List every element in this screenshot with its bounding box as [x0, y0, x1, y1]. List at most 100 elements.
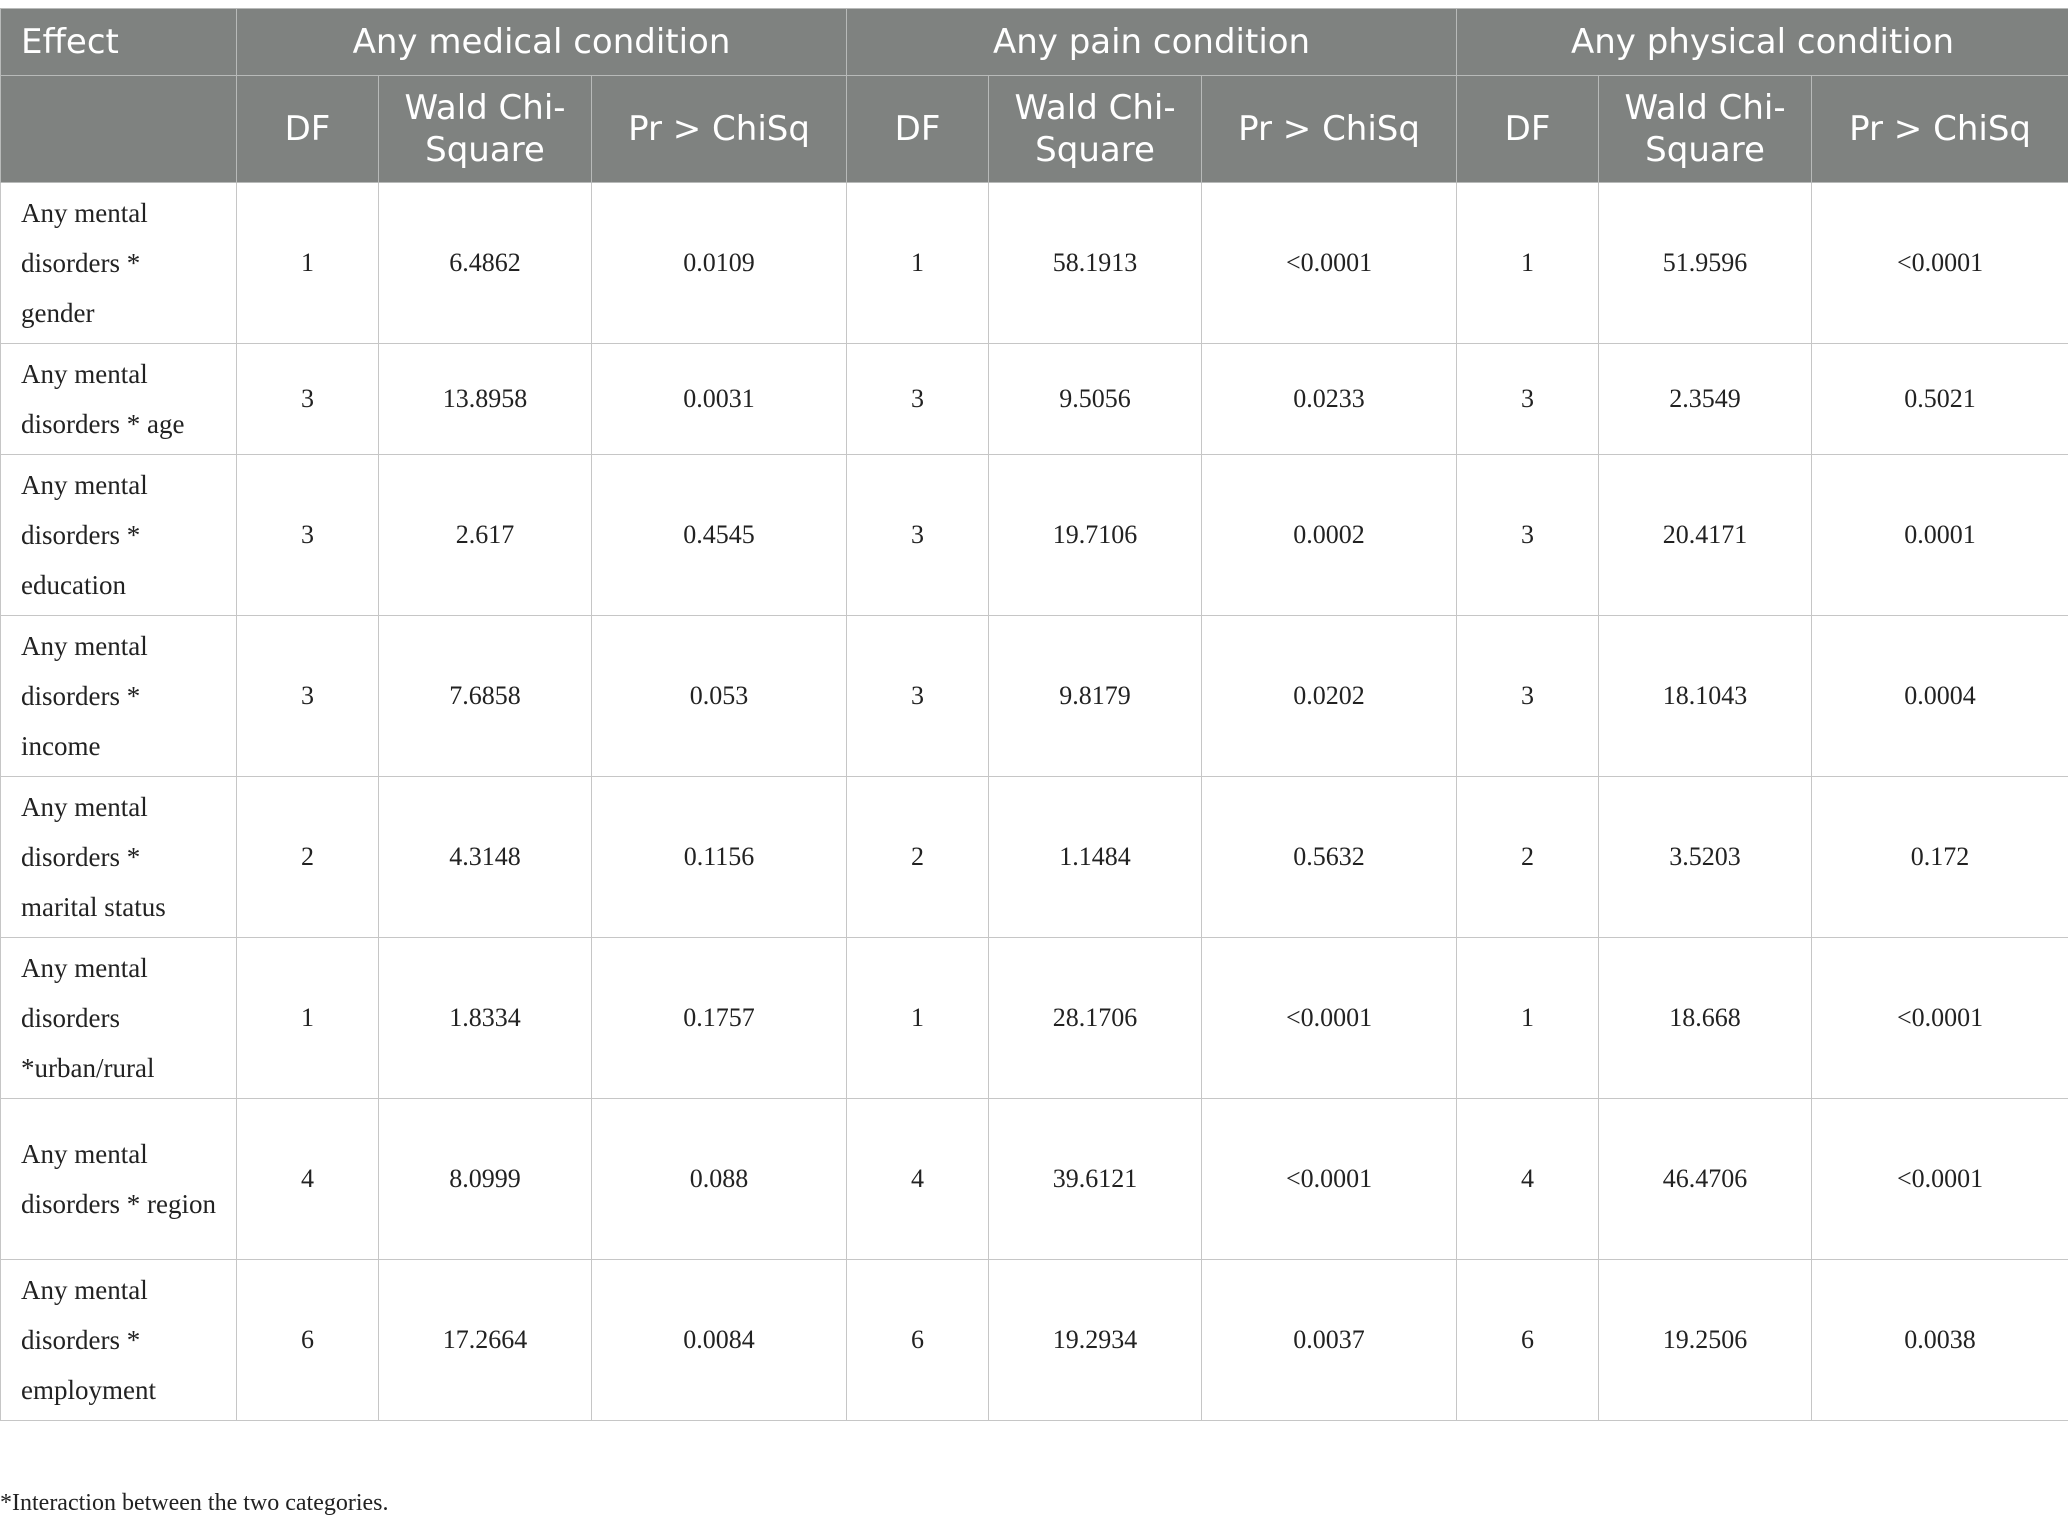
value-cell: 19.2934 — [988, 1259, 1203, 1421]
value-cell: 2 — [1456, 776, 1600, 938]
value-cell: <0.0001 — [1811, 182, 2068, 344]
effect-column-header: Effect — [0, 8, 237, 76]
value-cell: <0.0001 — [1201, 182, 1458, 344]
subheader-df: DF — [236, 75, 379, 183]
value-cell: 1 — [1456, 182, 1600, 344]
value-cell: 19.7106 — [988, 454, 1203, 616]
effect-cell: Any mental disorders * income — [0, 615, 237, 777]
value-cell: 8.0999 — [378, 1098, 592, 1260]
group-header-medical: Any medical condition — [235, 8, 848, 76]
value-cell: 2 — [846, 776, 990, 938]
value-cell: <0.0001 — [1201, 1098, 1458, 1260]
effect-cell: Any mental disorders * age — [0, 343, 237, 455]
table-row: Any mental disorders * income 3 7.6858 0.05… — [0, 615, 2068, 777]
subheader-pr: Pr > ChiSq — [1811, 75, 2068, 183]
value-cell: 0.1757 — [590, 937, 848, 1099]
value-cell: 17.2664 — [378, 1259, 592, 1421]
value-cell: 3 — [846, 343, 990, 455]
table-row: Any mental disorders * region 4 8.0999 0.08… — [0, 1098, 2068, 1260]
value-cell: 6 — [1456, 1259, 1600, 1421]
value-cell: 1 — [236, 182, 379, 344]
value-cell: 3 — [236, 454, 379, 616]
value-cell: 0.0084 — [590, 1259, 848, 1421]
value-cell: 0.5021 — [1811, 343, 2068, 455]
value-cell: 2 — [236, 776, 379, 938]
header-row-groups: Effect Any medical condition Any pain co… — [0, 8, 2068, 76]
table-row: Any mental disorders * employment 6 17.266… — [0, 1259, 2068, 1421]
value-cell: 3 — [236, 343, 379, 455]
value-cell: 1 — [846, 937, 990, 1099]
table-row: Any mental disorders *urban/rural 1 1.8334… — [0, 937, 2068, 1099]
subheader-wald: Wald Chi-Square — [1598, 75, 1813, 183]
value-cell: 0.088 — [590, 1098, 848, 1260]
value-cell: 51.9596 — [1598, 182, 1813, 344]
value-cell: 13.8958 — [378, 343, 592, 455]
effect-subheader-blank — [0, 75, 237, 183]
value-cell: 20.4171 — [1598, 454, 1813, 616]
table-row: Any mental disorders * marital status 2 4.… — [0, 776, 2068, 938]
value-cell: 7.6858 — [378, 615, 592, 777]
value-cell: 0.0038 — [1811, 1259, 2068, 1421]
value-cell: <0.0001 — [1201, 937, 1458, 1099]
value-cell: 3 — [236, 615, 379, 777]
value-cell: 3 — [1456, 343, 1600, 455]
value-cell: 1.1484 — [988, 776, 1203, 938]
subheader-wald: Wald Chi-Square — [378, 75, 592, 183]
value-cell: 3 — [846, 615, 990, 777]
table-row: Any mental disorders * education 3 2.617 0.… — [0, 454, 2068, 616]
value-cell: 4.3148 — [378, 776, 592, 938]
subheader-df: DF — [1456, 75, 1600, 183]
value-cell: 3 — [1456, 615, 1600, 777]
effect-cell: Any mental disorders * gender — [0, 182, 237, 344]
header-row-subcolumns: DF Wald Chi-Square Pr > ChiSq DF Wald Ch… — [0, 75, 2068, 183]
value-cell: 0.0202 — [1201, 615, 1458, 777]
subheader-pr: Pr > ChiSq — [1201, 75, 1458, 183]
subheader-pr: Pr > ChiSq — [590, 75, 848, 183]
subheader-df: DF — [846, 75, 990, 183]
value-cell: 0.1156 — [590, 776, 848, 938]
value-cell: 3 — [1456, 454, 1600, 616]
value-cell: 1 — [236, 937, 379, 1099]
value-cell: 0.4545 — [590, 454, 848, 616]
group-header-pain: Any pain condition — [846, 8, 1458, 76]
value-cell: 28.1706 — [988, 937, 1203, 1099]
value-cell: 0.0002 — [1201, 454, 1458, 616]
value-cell: 4 — [236, 1098, 379, 1260]
value-cell: 2.3549 — [1598, 343, 1813, 455]
value-cell: 19.2506 — [1598, 1259, 1813, 1421]
table-header: Effect Any medical condition Any pain co… — [0, 8, 2068, 183]
value-cell: 2.617 — [378, 454, 592, 616]
value-cell: 0.0031 — [590, 343, 848, 455]
footnote: *Interaction between the two categories. — [0, 1490, 389, 1516]
value-cell: 3.5203 — [1598, 776, 1813, 938]
value-cell: 1 — [846, 182, 990, 344]
table-body: Any mental disorders * gender 1 6.4862 0.01… — [0, 182, 2068, 1421]
effect-cell: Any mental disorders * marital status — [0, 776, 237, 938]
value-cell: <0.0001 — [1811, 1098, 2068, 1260]
value-cell: 0.053 — [590, 615, 848, 777]
table-row: Any mental disorders * gender 1 6.4862 0.01… — [0, 182, 2068, 344]
value-cell: 6 — [236, 1259, 379, 1421]
value-cell: 9.8179 — [988, 615, 1203, 777]
value-cell: 46.4706 — [1598, 1098, 1813, 1260]
effect-cell: Any mental disorders * employment — [0, 1259, 237, 1421]
value-cell: 1.8334 — [378, 937, 592, 1099]
value-cell: 6.4862 — [378, 182, 592, 344]
value-cell: 18.1043 — [1598, 615, 1813, 777]
effect-cell: Any mental disorders * region — [0, 1098, 237, 1260]
value-cell: 0.0001 — [1811, 454, 2068, 616]
effect-cell: Any mental disorders *urban/rural — [0, 937, 237, 1099]
value-cell: 0.5632 — [1201, 776, 1458, 938]
value-cell: 0.0004 — [1811, 615, 2068, 777]
value-cell: 6 — [846, 1259, 990, 1421]
effect-cell: Any mental disorders * education — [0, 454, 237, 616]
value-cell: 39.6121 — [988, 1098, 1203, 1260]
subheader-wald: Wald Chi-Square — [988, 75, 1203, 183]
value-cell: 0.172 — [1811, 776, 2068, 938]
value-cell: 0.0037 — [1201, 1259, 1458, 1421]
value-cell: 4 — [846, 1098, 990, 1260]
value-cell: 4 — [1456, 1098, 1600, 1260]
value-cell: 18.668 — [1598, 937, 1813, 1099]
value-cell: 0.0109 — [590, 182, 848, 344]
value-cell: <0.0001 — [1811, 937, 2068, 1099]
